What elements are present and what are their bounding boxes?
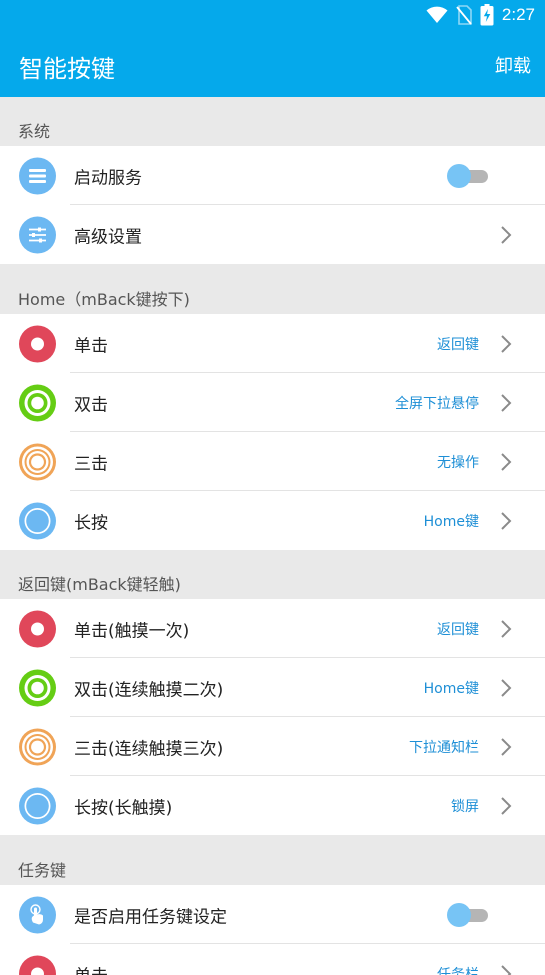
back-double-tap-label: 双击(连续触摸二次) xyxy=(74,680,224,700)
touch-hand-icon xyxy=(19,896,56,933)
home-single-tap-row[interactable]: 单击 返回键 xyxy=(0,314,545,373)
app-bar: 智能按键 卸载 xyxy=(0,30,545,97)
section-header-system: 系统 xyxy=(18,122,51,141)
service-list-icon xyxy=(19,157,56,194)
back-single-tap-row[interactable]: 单击(触摸一次) 返回键 xyxy=(0,599,545,658)
section-header-back: 返回键(mBack键轻触) xyxy=(18,575,181,594)
home-single-tap-label: 单击 xyxy=(74,336,108,356)
back-long-press-row[interactable]: 长按(长触摸) 锁屏 xyxy=(0,776,545,835)
home-long-press-row[interactable]: 长按 Home键 xyxy=(0,491,545,550)
sliders-icon xyxy=(19,216,56,253)
start-service-row[interactable]: 启动服务 xyxy=(0,146,545,205)
back-single-tap-label: 单击(触摸一次) xyxy=(74,621,190,641)
long-press-icon xyxy=(19,502,56,539)
single-tap-icon xyxy=(19,955,56,975)
chevron-right-icon xyxy=(501,334,512,353)
chevron-right-icon xyxy=(501,393,512,412)
back-double-tap-value: Home键 xyxy=(423,680,479,697)
app-title: 智能按键 xyxy=(19,55,115,83)
section-card-back: 单击(触摸一次) 返回键 双击(连续触摸二次) Home键 三击(连续触摸三次)… xyxy=(0,599,545,835)
battery-charging-icon xyxy=(480,4,494,26)
chevron-right-icon xyxy=(501,964,512,975)
back-long-press-value: 锁屏 xyxy=(451,798,479,815)
start-service-label: 启动服务 xyxy=(74,168,142,188)
toggle-thumb xyxy=(447,902,471,927)
back-double-tap-row[interactable]: 双击(连续触摸二次) Home键 xyxy=(0,658,545,717)
triple-tap-icon xyxy=(19,728,56,765)
status-icons: 2:27 xyxy=(426,0,535,30)
advanced-settings-label: 高级设置 xyxy=(74,227,142,247)
enable-task-key-toggle[interactable] xyxy=(447,902,489,927)
back-long-press-label: 长按(长触摸) xyxy=(74,798,173,818)
home-double-tap-label: 双击 xyxy=(74,395,108,415)
home-triple-tap-label: 三击 xyxy=(74,454,108,474)
status-time: 2:27 xyxy=(501,5,535,24)
home-long-press-label: 长按 xyxy=(74,513,108,533)
start-service-toggle[interactable] xyxy=(447,163,489,188)
chevron-right-icon xyxy=(501,511,512,530)
task-single-tap-value: 任务栏 xyxy=(437,966,479,975)
section-card-home: 单击 返回键 双击 全屏下拉悬停 三击 无操作 长按 Home键 xyxy=(0,314,545,550)
home-long-press-value: Home键 xyxy=(423,513,479,530)
enable-task-key-row[interactable]: 是否启用任务键设定 xyxy=(0,885,545,944)
back-triple-tap-row[interactable]: 三击(连续触摸三次) 下拉通知栏 xyxy=(0,717,545,776)
home-single-tap-value: 返回键 xyxy=(437,336,479,353)
home-double-tap-row[interactable]: 双击 全屏下拉悬停 xyxy=(0,373,545,432)
back-triple-tap-label: 三击(连续触摸三次) xyxy=(74,739,224,759)
single-tap-icon xyxy=(19,610,56,647)
status-bar: 2:27 xyxy=(0,0,545,30)
chevron-right-icon xyxy=(501,225,512,244)
chevron-right-icon xyxy=(501,678,512,697)
home-double-tap-value: 全屏下拉悬停 xyxy=(395,395,479,412)
section-header-task: 任务键 xyxy=(18,861,67,880)
section-header-home: Home（mBack键按下) xyxy=(18,290,190,309)
double-tap-icon xyxy=(19,384,56,421)
advanced-settings-row[interactable]: 高级设置 xyxy=(0,205,545,264)
section-card-task: 是否启用任务键设定 单击 任务栏 xyxy=(0,885,545,975)
wifi-icon xyxy=(426,6,448,23)
chevron-right-icon xyxy=(501,737,512,756)
double-tap-icon xyxy=(19,669,56,706)
home-triple-tap-value: 无操作 xyxy=(437,454,479,471)
no-sim-icon xyxy=(456,5,472,25)
chevron-right-icon xyxy=(501,619,512,638)
toggle-thumb xyxy=(447,163,471,188)
task-single-tap-row[interactable]: 单击 任务栏 xyxy=(0,944,545,975)
home-triple-tap-row[interactable]: 三击 无操作 xyxy=(0,432,545,491)
triple-tap-icon xyxy=(19,443,56,480)
chevron-right-icon xyxy=(501,796,512,815)
task-single-tap-label: 单击 xyxy=(74,961,108,975)
enable-task-key-label: 是否启用任务键设定 xyxy=(74,907,227,927)
back-single-tap-value: 返回键 xyxy=(437,621,479,638)
back-triple-tap-value: 下拉通知栏 xyxy=(409,739,479,756)
long-press-icon xyxy=(19,787,56,824)
chevron-right-icon xyxy=(501,452,512,471)
single-tap-icon xyxy=(19,325,56,362)
uninstall-button[interactable]: 卸载 xyxy=(495,52,531,78)
section-card-system: 启动服务 高级设置 xyxy=(0,146,545,264)
